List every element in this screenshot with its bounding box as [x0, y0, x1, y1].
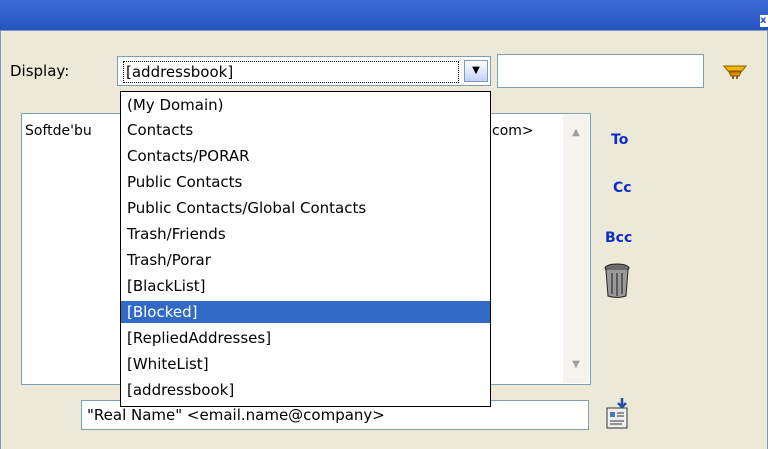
dropdown-option[interactable]: Public Contacts — [121, 171, 490, 193]
scroll-down-arrow-icon[interactable]: ▼ — [563, 353, 589, 377]
display-combobox[interactable]: [addressbook] ▼ — [117, 56, 491, 86]
add-contact-icon[interactable] — [604, 396, 632, 430]
close-button[interactable]: x — [760, 15, 768, 27]
dropdown-option[interactable]: Trash/Friends — [121, 223, 490, 245]
cc-button[interactable]: Cc — [613, 180, 632, 196]
dropdown-option[interactable]: [addressbook] — [121, 379, 490, 401]
list-item[interactable]: Softde'bu — [25, 123, 92, 139]
dropdown-option[interactable]: [WhiteList] — [121, 353, 490, 375]
list-scrollbar[interactable]: ▲ ▼ — [563, 115, 589, 383]
dropdown-option[interactable]: [RepliedAddresses] — [121, 327, 490, 349]
trash-icon[interactable] — [603, 263, 631, 299]
scroll-up-arrow-icon[interactable]: ▲ — [563, 121, 589, 145]
title-bar: x — [0, 0, 768, 30]
dropdown-option[interactable]: Trash/Porar — [121, 249, 490, 271]
filter-icon[interactable] — [722, 64, 748, 80]
chevron-down-icon[interactable]: ▼ — [464, 60, 488, 82]
display-dropdown-list[interactable]: (My Domain) Contacts Contacts/PORAR Publ… — [120, 91, 491, 407]
dropdown-option[interactable]: [BlackList] — [121, 275, 490, 297]
display-combobox-value: [addressbook] — [123, 61, 459, 83]
to-button[interactable]: To — [611, 132, 628, 148]
dropdown-option[interactable]: Contacts — [121, 119, 490, 141]
bcc-button[interactable]: Bcc — [605, 230, 632, 246]
dropdown-option[interactable]: Contacts/PORAR — [121, 145, 490, 167]
dropdown-option-selected[interactable]: [Blocked] — [121, 301, 490, 323]
dropdown-option[interactable]: Public Contacts/Global Contacts — [121, 197, 490, 219]
display-label: Display: — [10, 62, 70, 80]
list-item-tail: com> — [492, 123, 534, 139]
dropdown-option[interactable]: (My Domain) — [121, 94, 490, 116]
search-input[interactable] — [497, 54, 704, 88]
